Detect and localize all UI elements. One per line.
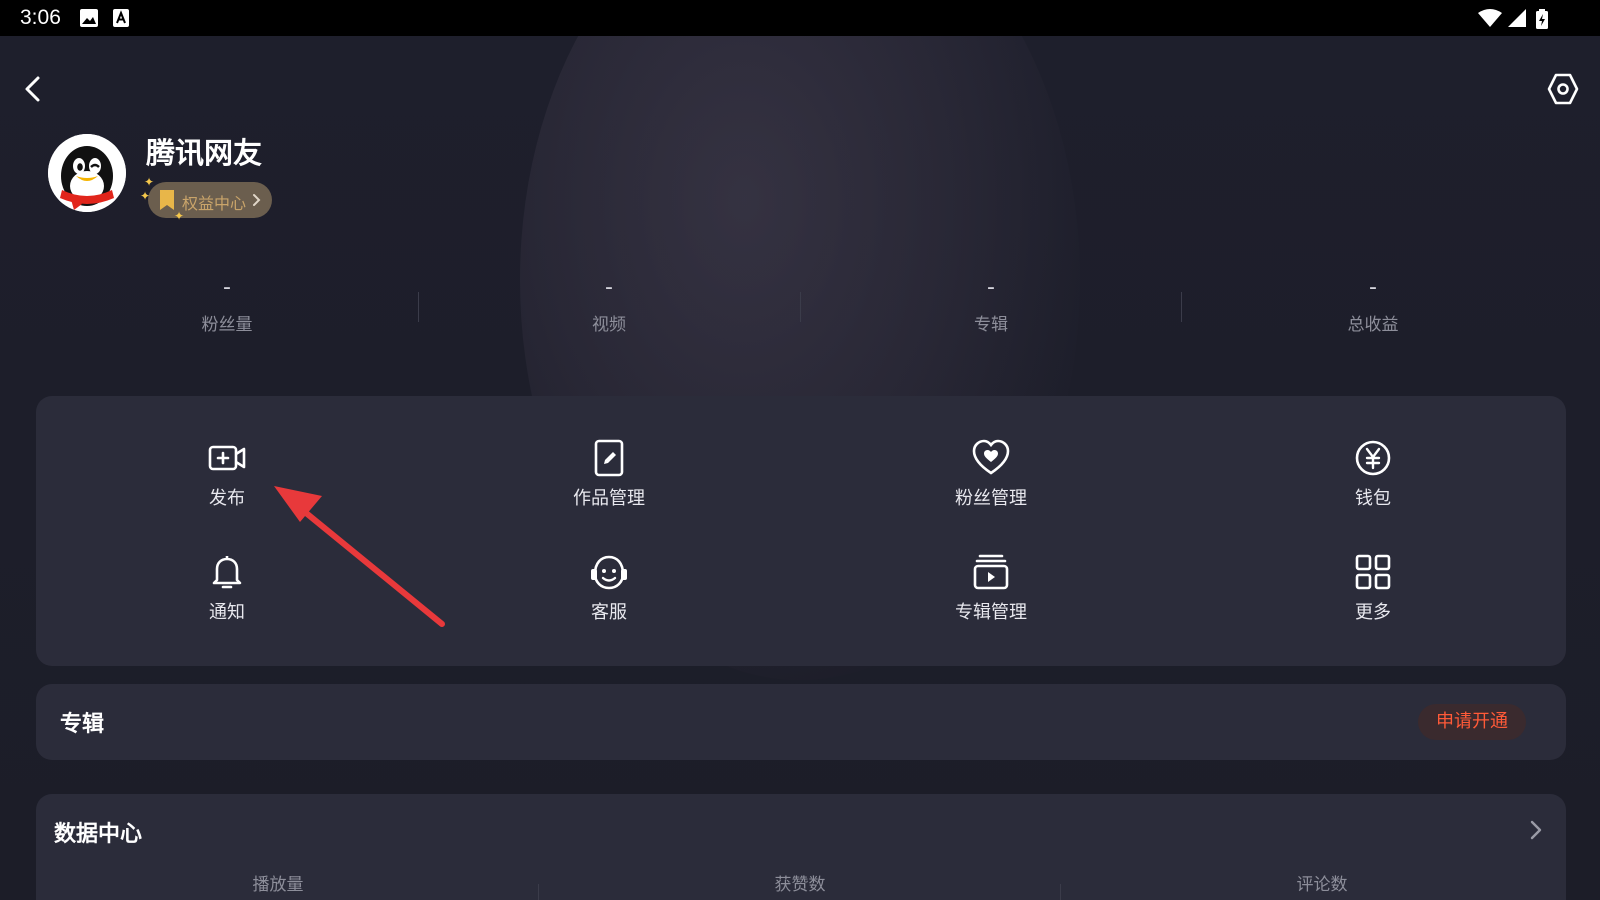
stat-label: 粉丝量 — [201, 315, 253, 335]
data-col-plays: 播放量 — [252, 875, 304, 895]
grid-item-fans-management[interactable]: 粉丝管理 — [891, 438, 1091, 538]
settings-hex-icon — [1547, 73, 1579, 105]
grid-item-label: 专辑管理 — [955, 602, 1027, 623]
album-title: 专辑 — [60, 712, 105, 737]
status-bar: 3:06 — [0, 0, 1600, 36]
wifi-icon — [1478, 9, 1502, 27]
bell-icon — [212, 556, 242, 589]
back-button[interactable] — [18, 72, 48, 106]
stat-divider — [418, 292, 419, 322]
stat-total-earnings[interactable]: - 总收益 — [1273, 275, 1473, 336]
grid-item-customer-service[interactable]: 客服 — [509, 552, 709, 652]
grid-item-wallet[interactable]: 钱包 — [1273, 438, 1473, 538]
grid-item-album-management[interactable]: 专辑管理 — [891, 552, 1091, 652]
data-divider — [1060, 884, 1061, 900]
data-col-likes: 获赞数 — [774, 875, 826, 895]
stat-label: 视频 — [592, 315, 626, 335]
avatar[interactable] — [48, 134, 126, 212]
status-time: 3:06 — [20, 6, 61, 29]
grid-item-label: 通知 — [209, 602, 245, 623]
sparkle-icon: ✦ — [144, 175, 155, 189]
grid-item-label: 作品管理 — [573, 488, 645, 509]
heart-icon — [972, 439, 1010, 475]
stat-label: 总收益 — [1347, 315, 1399, 335]
grid-item-label: 更多 — [1355, 602, 1391, 623]
data-center-title: 数据中心 — [54, 822, 143, 847]
data-col-comments: 评论数 — [1296, 875, 1348, 895]
grid-item-works-management[interactable]: 作品管理 — [509, 438, 709, 538]
data-center-card: 数据中心 播放量 获赞数 评论数 — [36, 794, 1566, 900]
sparkle-icon: ✦ — [174, 209, 185, 223]
grid-item-label: 发布 — [209, 488, 245, 509]
grid-item-label: 客服 — [591, 602, 627, 623]
apply-open-button[interactable]: 申请开通 — [1418, 704, 1526, 740]
video-add-icon — [208, 445, 246, 471]
chevron-left-icon — [25, 76, 40, 102]
app-a-icon — [113, 9, 129, 27]
grid-item-publish[interactable]: 发布 — [127, 438, 327, 538]
image-icon — [80, 9, 98, 27]
stat-albums[interactable]: - 专辑 — [891, 275, 1091, 336]
yen-coin-icon — [1355, 440, 1391, 476]
rights-center-button[interactable]: 权益中心 — [148, 182, 272, 218]
data-center-more-button[interactable] — [1526, 818, 1546, 842]
username: 腾讯网友 — [146, 136, 263, 170]
stat-divider — [1181, 292, 1182, 322]
album-play-icon — [973, 554, 1009, 590]
chevron-right-icon — [253, 194, 261, 206]
rights-center-label: 权益中心 — [182, 194, 247, 213]
signal-icon — [1508, 9, 1526, 27]
stat-followers[interactable]: - 粉丝量 — [127, 275, 327, 336]
stat-label: 专辑 — [974, 315, 1008, 335]
stat-value: - — [1369, 275, 1377, 300]
headset-icon — [591, 555, 627, 590]
chevron-right-icon — [1530, 820, 1542, 840]
creator-center-screen: 3:06 腾讯网友 权益中心 ✦ ✦ ✦ - 粉丝量 - 视频 - 专辑 - 总… — [0, 0, 1600, 900]
data-divider — [538, 884, 539, 900]
stat-videos[interactable]: - 视频 — [509, 275, 709, 336]
settings-button[interactable] — [1546, 72, 1580, 106]
grid-item-more[interactable]: 更多 — [1273, 552, 1473, 652]
stat-value: - — [987, 275, 995, 300]
function-grid-card: 发布 作品管理 粉丝管理 钱包 通知 客服 专辑管理 更多 — [36, 396, 1566, 666]
battery-charging-icon — [1536, 9, 1548, 29]
album-card: 专辑 申请开通 — [36, 684, 1566, 760]
grid-icon — [1355, 554, 1391, 590]
edit-doc-icon — [594, 439, 624, 477]
grid-item-notifications[interactable]: 通知 — [127, 552, 327, 652]
grid-item-label: 粉丝管理 — [955, 488, 1027, 509]
qq-penguin-icon — [48, 134, 126, 212]
stat-value: - — [223, 275, 231, 300]
stat-divider — [800, 292, 801, 322]
grid-item-label: 钱包 — [1355, 488, 1391, 509]
stat-value: - — [605, 275, 613, 300]
stats-row: - 粉丝量 - 视频 - 专辑 - 总收益 — [36, 275, 1566, 348]
sparkle-icon: ✦ — [140, 189, 151, 203]
